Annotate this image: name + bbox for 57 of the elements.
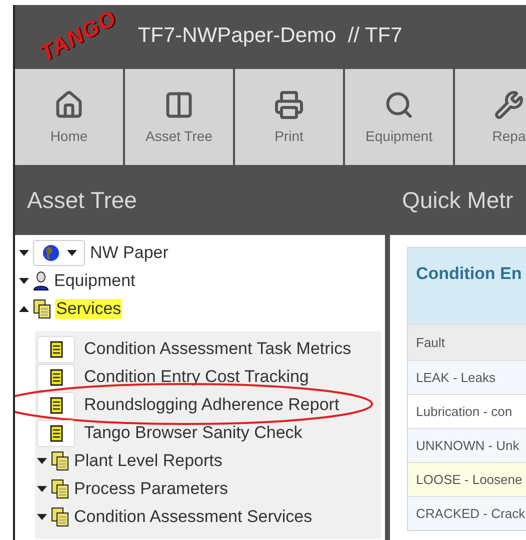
panel-title: Quick Metr (390, 165, 526, 235)
toolbar-button[interactable]: Print (235, 69, 343, 165)
tree-item-label: Condition Assessment Task Metrics (83, 339, 352, 359)
wrench-icon (494, 90, 524, 120)
window-title: TF7-NWPaper-Demo // TF7 (138, 24, 402, 48)
toolbar-button[interactable]: Equipment (345, 69, 453, 165)
expand-caret-icon[interactable] (19, 249, 29, 257)
tree-item[interactable]: NW Paper (19, 239, 385, 267)
expand-caret-icon[interactable] (37, 485, 47, 493)
collapse-caret-icon[interactable] (19, 305, 29, 313)
tree-item[interactable]: Roundslogging Adherence Report (37, 391, 381, 419)
toolbar-button[interactable]: Home (15, 69, 123, 165)
folder-stack-icon (51, 479, 69, 499)
folder-stack-icon (51, 507, 69, 527)
tree-item[interactable]: Tango Browser Sanity Check (37, 419, 381, 447)
tree-item-label: Condition Assessment Services (73, 507, 314, 527)
table-cell: UNKNOWN - Unk (408, 428, 526, 462)
toolbar-button[interactable]: Asset Tree (125, 69, 233, 165)
two-column-icon (164, 90, 194, 120)
document-icon (50, 424, 62, 442)
document-icon (50, 340, 62, 358)
expand-caret-icon[interactable] (37, 457, 47, 465)
tree-item-label: Condition Entry Cost Tracking (83, 367, 310, 387)
tree-item-label: Process Parameters (73, 479, 229, 499)
site-dropdown[interactable] (33, 240, 85, 266)
expand-caret-icon[interactable] (66, 249, 76, 257)
tree-item[interactable]: Condition Entry Cost Tracking (37, 363, 381, 391)
tree-item-label: Roundslogging Adherence Report (83, 395, 340, 415)
tree-item-label: Plant Level Reports (73, 451, 224, 471)
home-icon (54, 90, 84, 120)
toolbar-button[interactable]: Repa (455, 69, 526, 165)
document-icon (50, 368, 62, 386)
tree-item-label: Tango Browser Sanity Check (83, 423, 304, 443)
panel-title: Asset Tree (15, 165, 385, 235)
tree-item[interactable]: Condition Assessment Task Metrics (37, 335, 381, 363)
column-header: Fault (408, 324, 526, 360)
folder-stack-icon (33, 299, 51, 319)
document-icon (50, 396, 62, 414)
table-cell: LEAK - Leaks (408, 360, 526, 394)
tree-item-label: Services (55, 299, 122, 319)
tree-item-label: Equipment (53, 271, 136, 291)
search-icon (384, 90, 414, 120)
card-title: Condition En (408, 248, 526, 324)
tree-item[interactable]: Services (19, 295, 385, 323)
tree-item[interactable]: Equipment (19, 267, 385, 295)
expand-caret-icon[interactable] (19, 277, 29, 285)
tree-item[interactable]: Plant Level Reports (37, 447, 381, 475)
table-cell: CRACKED - Crack (408, 496, 526, 530)
person-icon (33, 271, 49, 291)
tree-item[interactable]: Condition Assessment Services (37, 503, 381, 531)
printer-icon (274, 90, 304, 120)
tree-item-label: NW Paper (89, 243, 170, 263)
table-cell: LOOSE - Loosene (408, 462, 526, 496)
expand-caret-icon[interactable] (37, 513, 47, 521)
folder-stack-icon (51, 451, 69, 471)
globe-icon (42, 244, 60, 262)
tree-item[interactable]: Process Parameters (37, 475, 381, 503)
